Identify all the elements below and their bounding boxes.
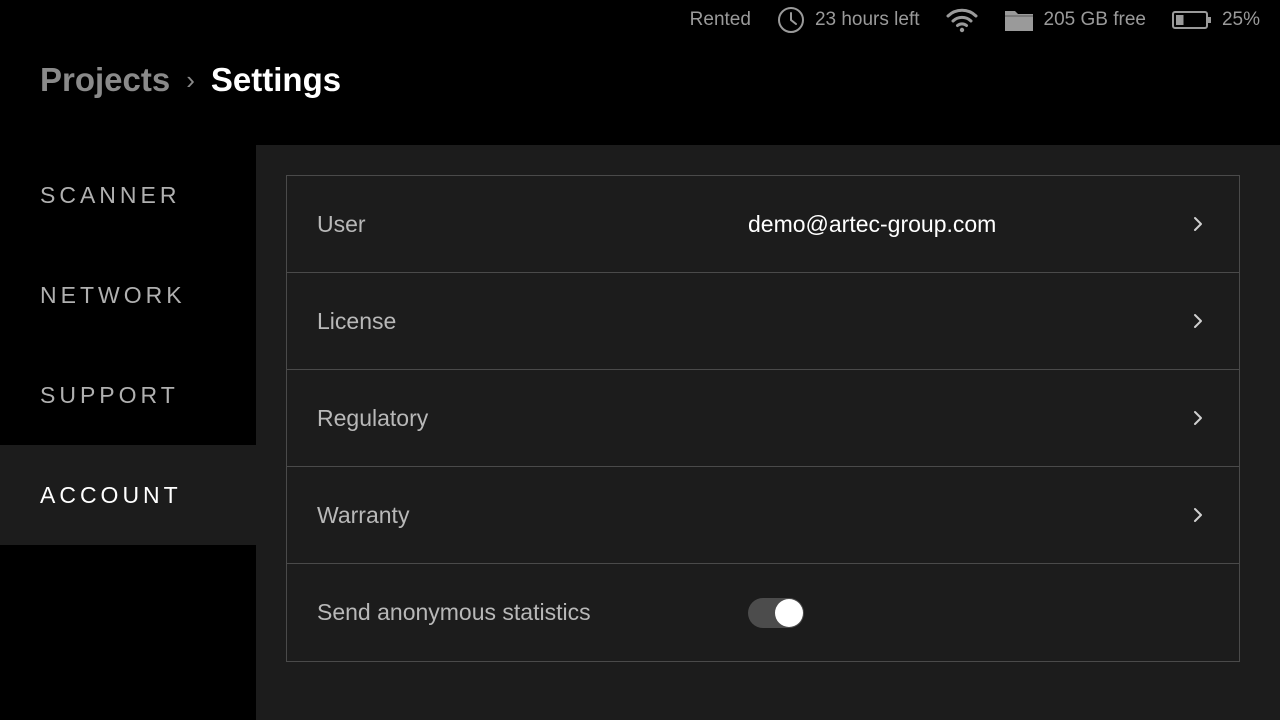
statistics-row: Send anonymous statistics — [287, 564, 1239, 661]
license-row[interactable]: License — [287, 273, 1239, 370]
warranty-label: Warranty — [317, 501, 410, 528]
sidebar-item-label: SCANNER — [40, 181, 181, 208]
account-panel: User demo@artec-group.com License Regula… — [256, 145, 1280, 720]
license-label: License — [317, 307, 397, 334]
sidebar-item-label: NETWORK — [40, 281, 186, 308]
wifi-icon — [946, 7, 978, 33]
sidebar-item-label: SUPPORT — [40, 381, 179, 408]
user-label: User — [317, 210, 366, 237]
chevron-right-icon — [1193, 506, 1203, 524]
battery-text: 25% — [1221, 9, 1260, 30]
settings-screen: Rented 23 hours left 205 GB free 25% Pro… — [0, 0, 1280, 720]
sidebar: SCANNER NETWORK SUPPORT ACCOUNT — [0, 145, 256, 545]
page-title: Settings — [210, 61, 342, 98]
breadcrumb: Projects › Settings — [40, 58, 341, 102]
breadcrumb-separator: › — [186, 64, 195, 95]
rental-status-text: Rented — [689, 9, 751, 30]
chevron-right-icon — [1193, 312, 1203, 330]
user-email-value: demo@artec-group.com — [748, 210, 997, 237]
sidebar-item-account[interactable]: ACCOUNT — [0, 445, 256, 545]
sidebar-item-support[interactable]: SUPPORT — [0, 345, 256, 445]
chevron-right-icon — [1193, 215, 1203, 233]
wifi-status — [946, 7, 978, 33]
sidebar-item-network[interactable]: NETWORK — [0, 245, 256, 345]
folder-icon — [1004, 8, 1034, 32]
battery-status: 25% — [1171, 9, 1260, 31]
status-bar: Rented 23 hours left 205 GB free 25% — [690, 0, 1260, 40]
user-row[interactable]: User demo@artec-group.com — [287, 176, 1239, 273]
storage-text: 205 GB free — [1043, 9, 1146, 30]
toggle-knob — [775, 598, 803, 627]
regulatory-label: Regulatory — [317, 404, 429, 431]
statistics-toggle[interactable] — [748, 597, 804, 628]
statistics-label: Send anonymous statistics — [317, 599, 591, 625]
sidebar-item-scanner[interactable]: SCANNER — [0, 145, 256, 245]
warranty-row[interactable]: Warranty — [287, 467, 1239, 564]
rental-status: Rented — [690, 9, 751, 31]
account-settings-list: User demo@artec-group.com License Regula… — [286, 175, 1240, 662]
clock-icon — [777, 6, 805, 34]
time-left-text: 23 hours left — [814, 9, 920, 30]
battery-icon — [1171, 10, 1212, 30]
time-left-status: 23 hours left — [777, 6, 920, 34]
storage-status: 205 GB free — [1004, 8, 1146, 32]
chevron-right-icon — [1193, 409, 1203, 427]
breadcrumb-projects[interactable]: Projects — [40, 61, 170, 99]
regulatory-row[interactable]: Regulatory — [287, 370, 1239, 467]
sidebar-item-label: ACCOUNT — [40, 481, 182, 508]
